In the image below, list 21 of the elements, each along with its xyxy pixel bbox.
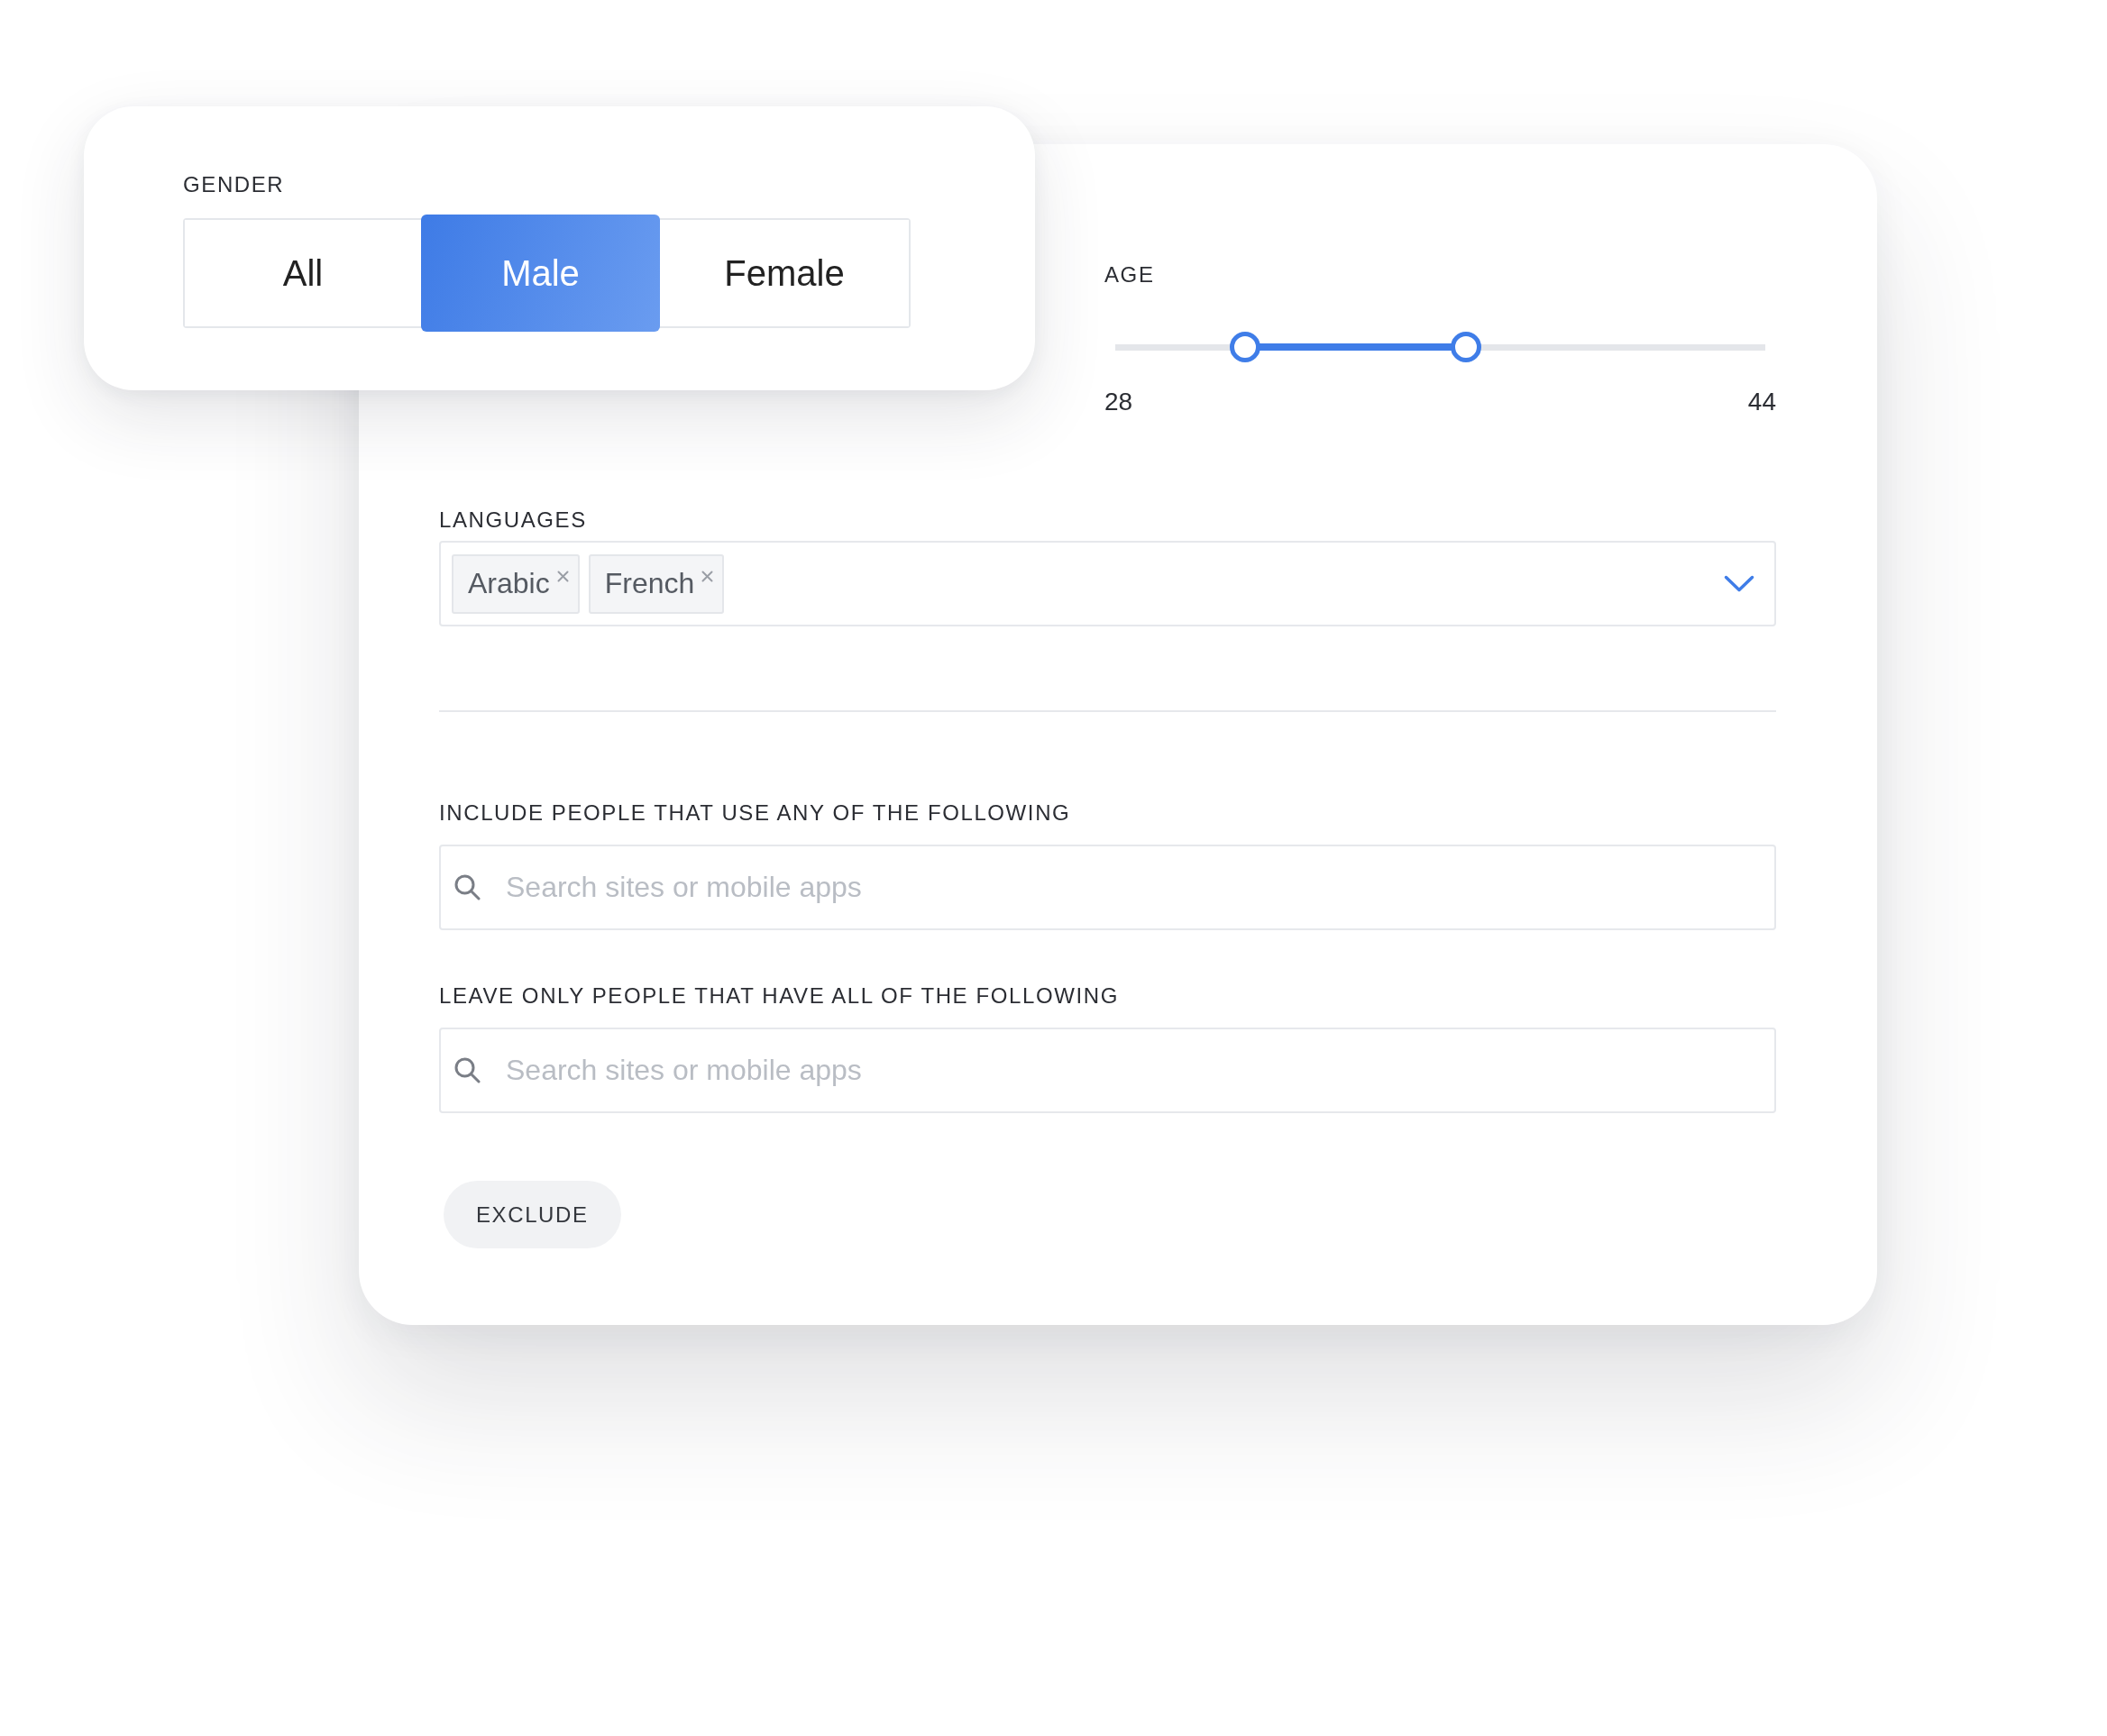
chevron-down-icon[interactable] (1724, 574, 1754, 593)
age-max-value: 44 (1747, 388, 1776, 416)
language-tag[interactable]: French (588, 553, 725, 614)
remove-icon[interactable] (701, 570, 714, 582)
languages-label: LANGUAGES (439, 507, 587, 534)
filter-label: LEAVE ONLY PEOPLE THAT HAVE ALL OF THE FOLLOWING (439, 982, 1119, 1010)
gender-option[interactable]: Male (421, 215, 660, 332)
slider-thumb[interactable] (1230, 332, 1261, 362)
languages-select[interactable]: Arabic French (439, 541, 1776, 626)
search-icon (453, 1056, 481, 1083)
filter-label: INCLUDE PEOPLE THAT USE ANY OF THE FOLLOWING (439, 799, 1071, 827)
exclude-button[interactable]: EXCLUDE (444, 1181, 621, 1248)
search-field[interactable]: Search sites or mobile apps (439, 845, 1776, 930)
age-label: AGE (1104, 261, 1155, 288)
gender-label: GENDER (183, 171, 285, 198)
age-min-value: 28 (1104, 388, 1133, 416)
search-field[interactable]: Search sites or mobile apps (439, 1028, 1776, 1113)
search-icon (453, 873, 481, 900)
slider-thumb[interactable] (1451, 332, 1482, 362)
remove-icon[interactable] (556, 570, 569, 582)
language-tag[interactable]: Arabic (452, 553, 580, 614)
